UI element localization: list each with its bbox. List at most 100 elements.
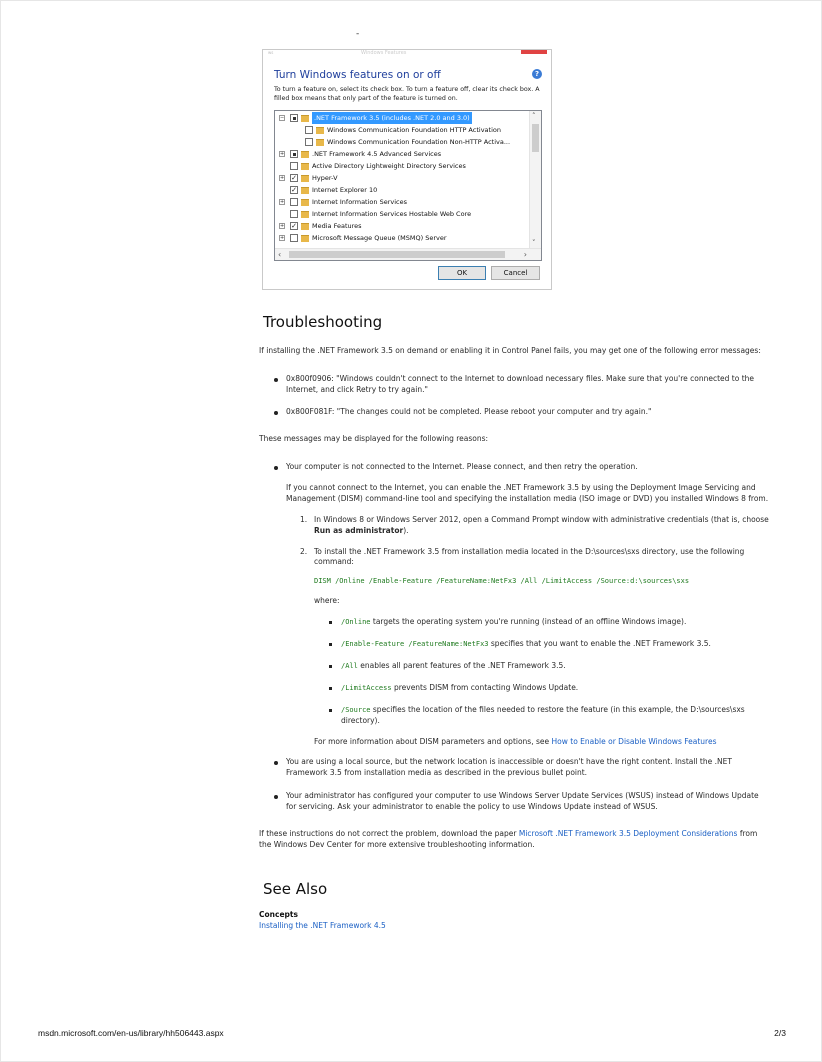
list-item: You are using a local source, but the ne… xyxy=(259,757,769,779)
ok-button[interactable]: OK xyxy=(438,266,486,280)
list-item: 0x800f0906: "Windows couldn't connect to… xyxy=(259,374,769,396)
scroll-right-icon[interactable]: › xyxy=(524,249,527,260)
expand-icon[interactable]: + xyxy=(279,199,285,205)
list-item: 0x800F081F: "The changes could not be co… xyxy=(259,407,769,418)
feature-checkbox[interactable] xyxy=(290,210,298,218)
folder-icon xyxy=(301,211,309,218)
closing-text: If these instructions do not correct the… xyxy=(259,828,519,838)
reasons-list: Your computer is not connected to the In… xyxy=(259,462,769,813)
dialog-titlebar: ws Windows Features xyxy=(263,50,551,57)
param-text: specifies that you want to enable the .N… xyxy=(488,639,711,649)
feature-label: Internet Information Services Hostable W… xyxy=(312,210,472,218)
expand-icon[interactable]: + xyxy=(279,175,285,181)
list-item: 1. In Windows 8 or Windows Server 2012, … xyxy=(298,515,769,537)
folder-icon xyxy=(301,175,309,182)
troubleshooting-intro: If installing the .NET Framework 3.5 on … xyxy=(259,345,761,355)
list-item: /Online targets the operating system you… xyxy=(314,617,769,628)
reasons-intro: These messages may be displayed for the … xyxy=(259,434,489,444)
feature-checkbox[interactable] xyxy=(290,162,298,170)
feature-checkbox[interactable] xyxy=(290,114,298,122)
feature-checkbox[interactable]: ✓ xyxy=(290,174,298,182)
param-text: targets the operating system you're runn… xyxy=(370,617,687,627)
feature-checkbox[interactable] xyxy=(290,234,298,242)
feature-label: Media Features xyxy=(312,222,362,230)
vertical-scrollbar[interactable]: ˄ ˅ xyxy=(529,111,541,248)
feature-label: Internet Explorer 10 xyxy=(312,186,378,194)
feature-label: Windows Communication Foundation HTTP Ac… xyxy=(327,126,501,134)
close-icon[interactable] xyxy=(521,50,547,54)
folder-icon xyxy=(316,139,324,146)
list-item: Your administrator has configured your c… xyxy=(259,791,769,813)
features-tree[interactable]: − .NET Framework 3.5 (includes .NET 2.0 a… xyxy=(274,110,542,261)
feature-checkbox[interactable] xyxy=(305,138,313,146)
more-info: For more information about DISM paramete… xyxy=(314,737,769,748)
folder-icon xyxy=(301,187,309,194)
folder-icon xyxy=(301,151,309,158)
folder-icon xyxy=(301,235,309,242)
feature-label: .NET Framework 4.5 Advanced Services xyxy=(312,150,442,158)
scrollbar-thumb[interactable] xyxy=(289,251,505,258)
folder-icon xyxy=(301,163,309,170)
footer-url: msdn.microsoft.com/en-us/library/hh50644… xyxy=(38,1028,224,1038)
windows-features-dialog: ws Windows Features Turn Windows feature… xyxy=(262,49,552,290)
list-item: /Source specifies the location of the fi… xyxy=(314,705,769,727)
help-icon[interactable]: ? xyxy=(532,69,542,79)
scroll-down-icon[interactable]: ˅ xyxy=(532,238,536,248)
feature-checkbox[interactable] xyxy=(290,150,298,158)
see-also-heading: See Also xyxy=(263,879,328,898)
step-2-text: To install the .NET Framework 3.5 from i… xyxy=(314,546,745,567)
step-1-end: ). xyxy=(403,525,409,535)
dism-command: DISM /Online /Enable-Feature /FeatureNam… xyxy=(314,577,690,586)
net45-link[interactable]: Installing the .NET Framework 4.5 xyxy=(259,921,769,932)
list-item: Your computer is not connected to the In… xyxy=(259,462,769,747)
reason-1: Your computer is not connected to the In… xyxy=(286,462,638,472)
collapse-icon[interactable]: − xyxy=(279,115,285,121)
troubleshooting-heading: Troubleshooting xyxy=(263,313,383,331)
param-code: /Enable-Feature /FeatureName:NetFx3 xyxy=(341,640,489,649)
folder-icon xyxy=(301,199,309,206)
scroll-left-icon[interactable]: ‹ xyxy=(278,249,281,260)
scroll-up-icon[interactable]: ˄ xyxy=(532,111,536,121)
feature-checkbox[interactable]: ✓ xyxy=(290,186,298,194)
feature-label: Microsoft Message Queue (MSMQ) Server xyxy=(312,234,447,242)
param-text: specifies the location of the files need… xyxy=(341,704,745,725)
more-info-text: For more information about DISM paramete… xyxy=(314,736,552,746)
where-label: where: xyxy=(314,596,340,606)
deployment-considerations-link[interactable]: Microsoft .NET Framework 3.5 Deployment … xyxy=(519,829,738,838)
horizontal-scrollbar[interactable]: ‹ › xyxy=(275,248,541,260)
dialog-description: To turn a feature on, select its check b… xyxy=(274,86,540,102)
reason-1-detail: If you cannot connect to the Internet, y… xyxy=(286,483,769,503)
header-dash: - xyxy=(356,29,360,39)
step-number: 2. xyxy=(300,546,308,556)
params-list: /Online targets the operating system you… xyxy=(314,617,769,726)
folder-icon xyxy=(301,223,309,230)
page-footer: msdn.microsoft.com/en-us/library/hh50644… xyxy=(38,1027,786,1039)
closing-paragraph: If these instructions do not correct the… xyxy=(259,829,769,851)
step-1-text: In Windows 8 or Windows Server 2012, ope… xyxy=(314,514,769,524)
cancel-button[interactable]: Cancel xyxy=(491,266,540,280)
list-item: 2. To install the .NET Framework 3.5 fro… xyxy=(298,547,769,748)
expand-icon[interactable]: + xyxy=(279,151,285,157)
expand-icon[interactable]: + xyxy=(279,235,285,241)
feature-checkbox[interactable]: ✓ xyxy=(290,222,298,230)
list-item: /Enable-Feature /FeatureName:NetFx3 spec… xyxy=(314,639,769,650)
dism-features-link[interactable]: How to Enable or Disable Windows Feature… xyxy=(552,737,717,746)
step-1-bold: Run as administrator xyxy=(314,525,404,535)
dialog-heading: Turn Windows features on or off xyxy=(274,69,441,81)
error-list: 0x800f0906: "Windows couldn't connect to… xyxy=(259,374,769,419)
param-code: /All xyxy=(341,662,358,671)
feature-label: Internet Information Services xyxy=(312,198,407,206)
param-text: prevents DISM from contacting Windows Up… xyxy=(391,682,579,692)
feature-label: Hyper-V xyxy=(312,174,338,182)
list-item: /All enables all parent features of the … xyxy=(314,661,769,672)
scrollbar-thumb[interactable] xyxy=(532,124,539,152)
expand-icon[interactable]: + xyxy=(279,223,285,229)
feature-label: .NET Framework 3.5 (includes .NET 2.0 an… xyxy=(312,112,472,124)
list-item: /LimitAccess prevents DISM from contacti… xyxy=(314,683,769,694)
feature-label: Active Directory Lightweight Directory S… xyxy=(312,162,466,170)
page-number: 2/3 xyxy=(774,1028,786,1038)
concepts-label: Concepts xyxy=(259,910,298,920)
feature-checkbox[interactable] xyxy=(290,198,298,206)
feature-checkbox[interactable] xyxy=(305,126,313,134)
steps-list: 1. In Windows 8 or Windows Server 2012, … xyxy=(298,515,769,748)
